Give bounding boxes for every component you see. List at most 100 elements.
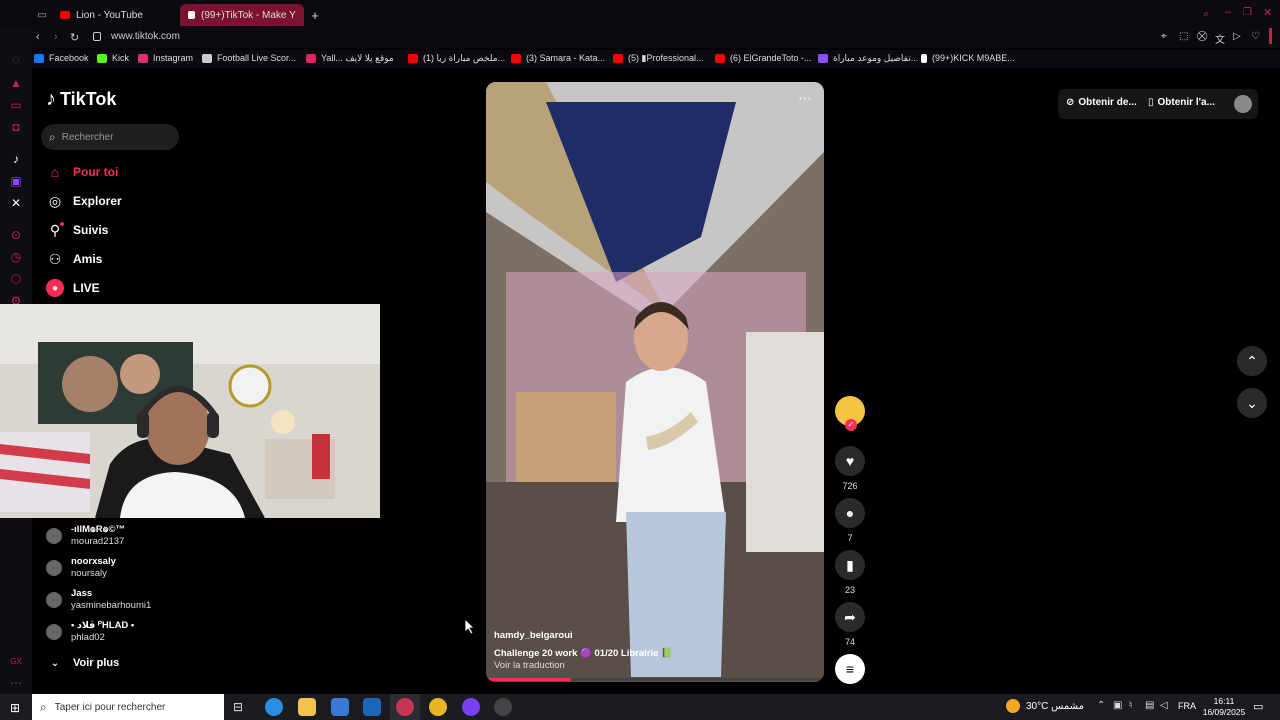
store-icon[interactable] [331,698,349,716]
tiktok-logo[interactable]: ♪ TikTok [46,88,116,111]
url-input[interactable]: www.tiktok.com [111,31,180,42]
follow-check-icon[interactable]: ✓ [845,419,857,431]
sidebar-gx-icon[interactable]: GX [9,655,23,669]
tray-chevron-up-icon[interactable]: ⌃ [1097,700,1105,711]
sidebar-mail-icon[interactable]: ◘ [9,120,23,134]
sidebar-ai-icon[interactable]: ◌ [9,52,23,66]
discord-icon[interactable] [462,698,480,716]
adblock-icon[interactable]: ⛒ [1197,31,1207,42]
sidebar-x-icon[interactable]: ✕ [9,196,23,210]
taskbar-search[interactable]: ⌕ Taper ici pour rechercher [32,694,224,720]
video-caption: Challenge 20 work 🟣 01/20 Librairie 📗 [494,648,673,659]
microphone-icon[interactable]: ♮ [1129,700,1133,711]
file-explorer-icon[interactable] [298,698,316,716]
network-icon[interactable]: ▤ [1145,700,1154,711]
close-window-icon[interactable]: ✕ [1263,6,1272,19]
weather-text[interactable]: 30°C مشمس [1026,701,1084,712]
video-author[interactable]: hamdy_belgaroui [494,630,573,641]
heart-icon[interactable]: ♡ [1251,31,1260,42]
search-tabs-icon[interactable]: ⌕ [1203,8,1209,21]
workspaces-icon[interactable]: ▭ [34,4,50,26]
obs-icon[interactable] [494,698,512,716]
language-indicator[interactable]: FRA [1178,701,1196,711]
sidebar-player-icon[interactable]: ⊙ [9,228,23,242]
compass-icon: ◎ [48,192,62,209]
sidebar-history-icon[interactable]: ◷ [9,250,23,264]
bookmark-match-details[interactable]: تفاصيل وموعد مباراة... [818,53,918,64]
tray-app-icon[interactable]: ▣ [1113,700,1122,711]
sound-disc[interactable]: ≡ [835,654,865,684]
tab-tiktok[interactable]: (99+)TikTok - Make Y [180,4,304,26]
like-button[interactable]: ♥ [835,446,865,476]
bookmark-kick[interactable]: Kick [97,53,129,63]
bookmark-facebook[interactable]: Facebook [34,53,89,63]
bookmark-youtube-6[interactable]: (6) ElGrandeToto -... [715,53,812,63]
task-view-icon[interactable]: ⊟ [233,700,243,714]
nav-explorer[interactable]: ◎ Explorer [46,192,122,210]
outlook-icon[interactable] [363,698,381,716]
edge-icon[interactable] [265,698,283,716]
comment-button[interactable]: ● [835,498,865,528]
bookmark-yalla[interactable]: Yall... موقع يلا لايف [306,53,394,64]
nav-live[interactable]: ● LIVE [46,279,100,297]
avatar [46,624,62,640]
following-item[interactable]: Jass yasminebarhoumi1 [46,588,151,612]
new-tab-button[interactable]: + [306,4,324,26]
sidebar-app-icon[interactable]: ▲ [9,76,23,90]
save-button[interactable]: ▮ [835,550,865,580]
notifications-icon[interactable]: ▭ [1253,700,1263,713]
nav-amis[interactable]: ⚇ Amis [46,250,103,268]
following-item[interactable]: • ڤلاد ᴾHLAD • phlad02 [46,620,134,644]
volume-icon[interactable]: ◁ [1160,700,1168,711]
following-item[interactable]: noorxsaly noursaly [46,556,116,580]
taskbar-search-input[interactable]: Taper ici pour rechercher [55,702,166,713]
active-app-highlight [390,694,420,720]
bookmark-youtube-3[interactable]: (3) Samara - Kata... [511,53,605,63]
clock[interactable]: 16:11 16/09/2025 [1202,696,1246,718]
minimize-icon[interactable]: – [1225,6,1231,18]
sidebar-tiktok-icon[interactable]: ♪ [9,152,23,166]
get-app-button[interactable]: ▯ Obtenir l'a... [1148,97,1215,108]
nav-pour-toi[interactable]: ⌂ Pour toi [46,163,119,181]
chrome-icon[interactable] [429,698,447,716]
translate-icon[interactable]: 文 [1215,31,1225,46]
nav-suivis[interactable]: ⚲ Suivis [46,221,109,239]
sidebar-messenger-icon[interactable]: ▭ [9,98,23,112]
bookmark-instagram[interactable]: Instagram [138,53,193,63]
sidebar-extensions-icon[interactable]: ⬡ [9,272,23,286]
sidebar-twitch-icon[interactable]: ▣ [9,174,23,188]
back-icon[interactable]: ‹ [36,31,40,43]
easy-setup-icon[interactable] [1269,28,1272,44]
bookmark-page-icon[interactable]: ⌖ [1161,31,1167,42]
phone-icon: ▯ [1148,97,1154,108]
nav-label: Amis [73,252,103,266]
previous-video-button[interactable]: ⌃ [1237,346,1267,376]
bookmark-kick-tiktok[interactable]: (99+)KICK M9ABE... [921,53,1015,63]
tab-youtube[interactable]: Lion - YouTube [52,4,178,26]
get-coins-button[interactable]: ⊘ Obtenir de... [1066,97,1137,108]
next-video-button[interactable]: ⌄ [1237,388,1267,418]
bookmark-youtube-1[interactable]: (1) ملخص مباراة ريا... [408,53,505,64]
play-icon[interactable]: ▷ [1233,31,1241,42]
bookmark-youtube-5[interactable]: (5) ▮Professional... [613,53,703,64]
video-player[interactable]: ⋯ hamdy_belgaroui Challenge 20 work 🟣 01… [486,82,824,682]
search-box[interactable]: ⌕ Rechercher [41,124,179,150]
bookmark-football[interactable]: Football Live Scor... [202,53,296,63]
following-item[interactable]: -ıllM๏R๏©™ mourad2137 [46,524,125,548]
translate-link[interactable]: Voir la traduction [494,660,565,671]
following-username: yasminebarhoumi1 [71,600,152,611]
notification-dot [60,222,64,226]
profile-avatar[interactable] [1234,95,1252,113]
more-options-icon[interactable]: ⋯ [798,90,812,107]
see-more-button[interactable]: ⌄ Voir plus [46,654,119,672]
sidebar-more-icon[interactable]: ⋯ [9,676,23,690]
instagram-icon [138,53,148,63]
snapshot-icon[interactable]: ⬚ [1179,31,1188,42]
windows-start-icon[interactable]: ⊞ [10,701,20,715]
forward-icon[interactable]: › [54,31,58,43]
share-button[interactable]: ➦ [835,602,865,632]
maximize-icon[interactable]: ❐ [1243,7,1252,18]
reload-icon[interactable]: ↻ [70,31,79,44]
search-input[interactable]: Rechercher [62,132,114,143]
video-progress-track[interactable] [486,678,824,681]
